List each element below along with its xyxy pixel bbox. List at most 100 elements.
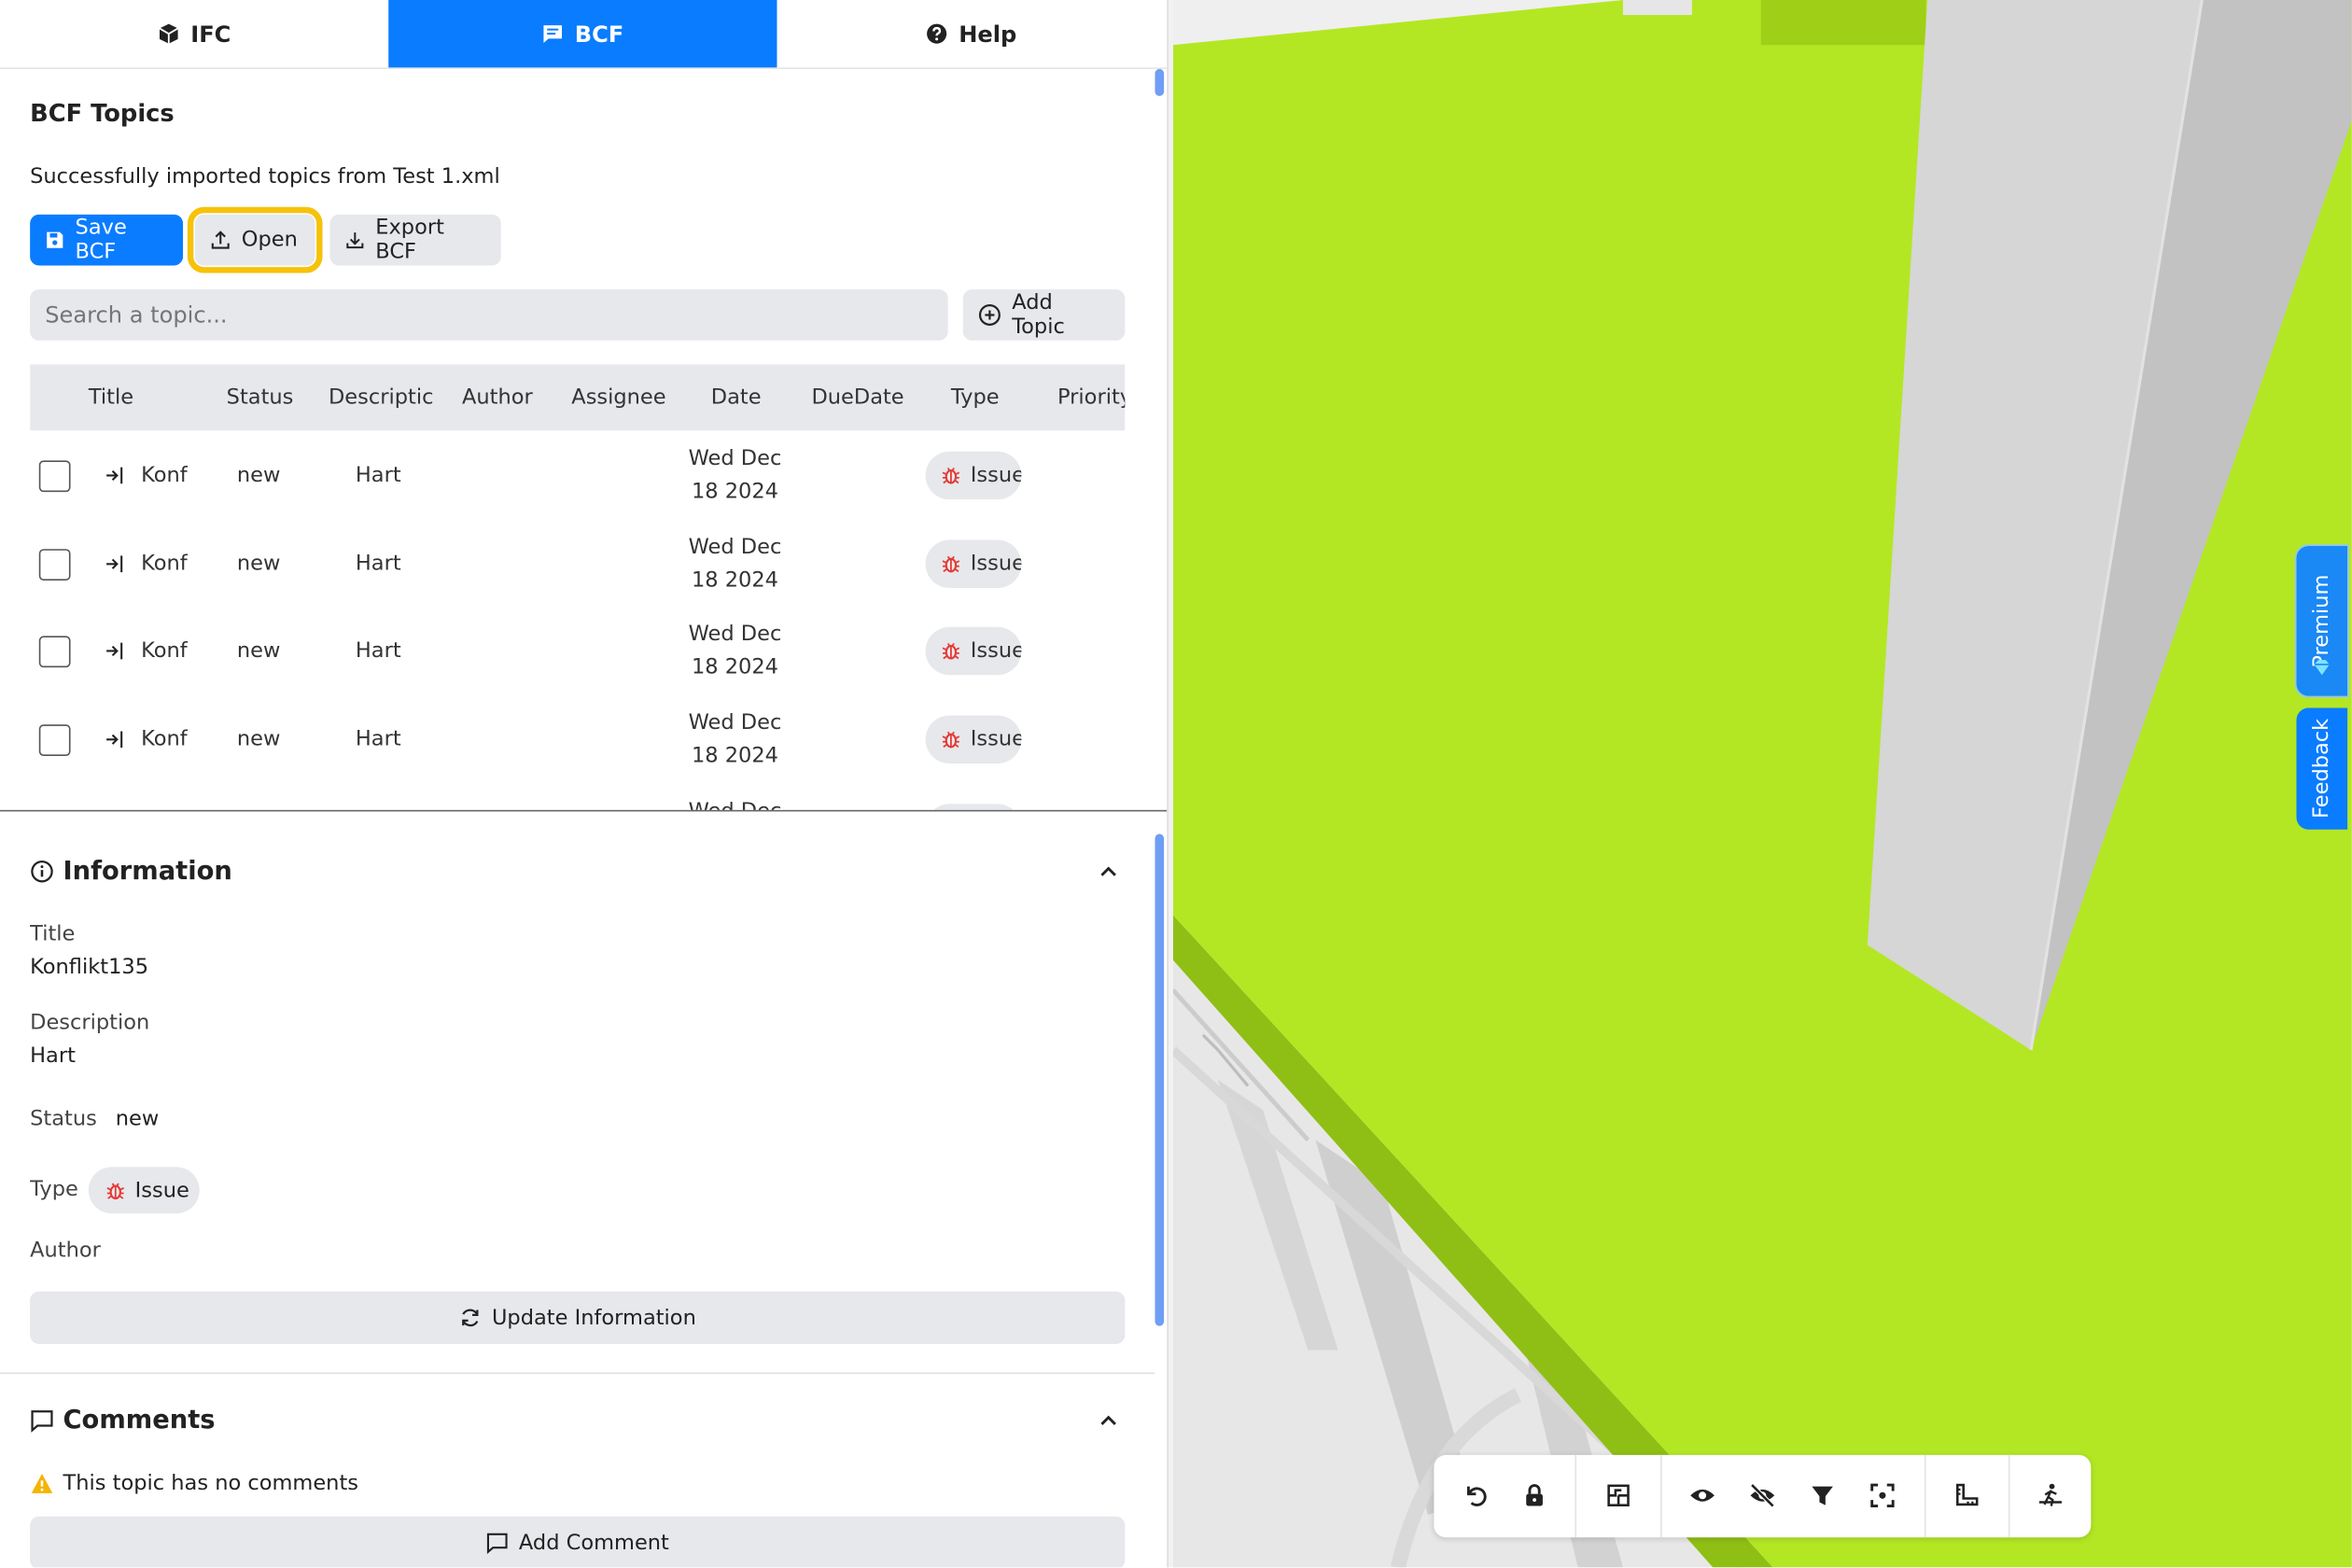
3d-viewer[interactable] <box>1172 0 2352 1568</box>
row-date: Wed Dec 18 2024 <box>675 618 795 684</box>
table-row[interactable]: Wed Dec <box>30 793 1125 810</box>
bug-icon <box>106 1182 124 1199</box>
tab-help[interactable]: Help <box>777 0 1165 67</box>
row-date-line1: Wed Dec <box>688 446 782 471</box>
panel-divider[interactable] <box>0 809 1168 812</box>
section-icon[interactable] <box>1605 1482 1632 1509</box>
tab-ifc[interactable]: IFC <box>0 0 388 67</box>
col-type[interactable]: Type <box>951 385 1000 410</box>
no-comments-text: This topic has no comments <box>63 1471 358 1496</box>
row-checkbox[interactable] <box>38 636 71 668</box>
3d-scene[interactable] <box>1172 0 2352 1568</box>
row-checkbox[interactable] <box>38 549 71 581</box>
description-value: Hart <box>30 1043 76 1069</box>
bcf-panel: IFC BCF Help BCF Topics Successfully imp… <box>0 0 1168 1568</box>
details-scrollbar[interactable] <box>1155 833 1165 1326</box>
information-heading[interactable]: Information <box>30 857 232 887</box>
toolbar-divider <box>2008 1454 2010 1538</box>
col-assignee[interactable]: Assignee <box>571 385 665 410</box>
author-label: Author <box>30 1239 101 1264</box>
update-information-button[interactable]: Update Information <box>30 1291 1126 1344</box>
add-comment-button[interactable]: Add Comment <box>30 1516 1126 1568</box>
row-checkbox[interactable] <box>38 460 71 493</box>
type-badge: Issue <box>88 1167 200 1214</box>
message-icon <box>543 25 563 43</box>
floppy-icon <box>47 231 63 248</box>
table-row[interactable]: Konf new Hart Wed Dec 18 2024 Issue <box>30 705 1125 791</box>
comments-heading[interactable]: Comments <box>30 1405 216 1435</box>
row-type: Issue <box>970 463 1022 488</box>
bug-icon <box>942 731 960 749</box>
refresh-icon <box>461 1309 479 1327</box>
export-bcf-label: Export BCF <box>375 216 444 264</box>
eye-icon[interactable] <box>1689 1482 1716 1509</box>
row-title: Konf <box>141 727 188 752</box>
bug-icon <box>942 467 960 484</box>
row-date-line2: 18 2024 <box>691 655 779 680</box>
col-description[interactable]: Descriptic <box>329 385 433 410</box>
comment-icon <box>31 1410 53 1433</box>
tab-bar: IFC BCF Help <box>0 0 1168 69</box>
plus-circle-icon <box>978 304 1001 326</box>
tab-bcf[interactable]: BCF <box>388 0 777 68</box>
measure-icon[interactable] <box>1953 1482 1980 1509</box>
add-comment-label: Add Comment <box>518 1531 669 1555</box>
toolbar-divider <box>1924 1454 1926 1538</box>
table-row[interactable]: Konf new Hart Wed Dec 18 2024 Issue <box>30 441 1125 527</box>
update-information-label: Update Information <box>491 1305 696 1330</box>
walk-icon[interactable] <box>2037 1482 2064 1509</box>
col-title[interactable]: Title <box>89 385 133 410</box>
row-date-line1: Wed Dec <box>688 622 782 647</box>
col-priority[interactable]: Priority <box>1057 385 1125 410</box>
description-label: Description <box>30 1011 150 1035</box>
row-date-line2: 18 2024 <box>691 480 779 504</box>
lock-icon[interactable] <box>1521 1482 1548 1509</box>
row-description: Hart <box>355 552 401 577</box>
info-icon <box>31 860 53 883</box>
expand-row-icon[interactable] <box>105 465 125 485</box>
col-date[interactable]: Date <box>711 385 762 410</box>
download-icon <box>346 232 364 249</box>
toolbar-divider <box>1660 1454 1662 1538</box>
premium-label: Premium <box>2309 574 2334 668</box>
undo-icon[interactable] <box>1463 1482 1490 1509</box>
feedback-label: Feedback <box>2309 719 2334 819</box>
title-label: Title <box>30 922 76 947</box>
feedback-tab[interactable]: Feedback <box>2296 707 2348 830</box>
eye-off-icon[interactable] <box>1749 1482 1776 1509</box>
row-date-line1: Wed Dec <box>688 710 782 735</box>
row-type-badge: Issue <box>925 715 1022 764</box>
col-status[interactable]: Status <box>227 385 294 410</box>
row-date-line2: 18 2024 <box>691 744 779 768</box>
open-button[interactable]: Open <box>187 206 323 273</box>
expand-row-icon[interactable] <box>105 553 125 574</box>
col-author[interactable]: Author <box>462 385 533 410</box>
question-icon <box>927 23 947 44</box>
chevron-up-icon[interactable] <box>1098 861 1118 881</box>
row-description: Hart <box>355 727 401 752</box>
tab-bcf-label: BCF <box>574 20 624 48</box>
table-row[interactable]: Konf new Hart Wed Dec 18 2024 Issue <box>30 529 1125 616</box>
row-date: Wed Dec <box>675 795 795 810</box>
chevron-up-icon[interactable] <box>1098 1410 1118 1431</box>
focus-icon[interactable] <box>1869 1482 1896 1509</box>
row-title: Konf <box>141 463 188 488</box>
status-value: new <box>115 1107 160 1131</box>
add-topic-button[interactable]: Add Topic <box>962 289 1126 341</box>
expand-row-icon[interactable] <box>105 640 125 661</box>
topics-scrollbar[interactable] <box>1155 68 1165 96</box>
export-bcf-button[interactable]: Export BCF <box>329 214 501 266</box>
row-description: Hart <box>355 638 401 664</box>
save-bcf-button[interactable]: Save BCF <box>30 214 184 266</box>
row-date-line1: Wed Dec <box>689 800 782 810</box>
filter-icon[interactable] <box>1809 1482 1836 1509</box>
col-duedate[interactable]: DueDate <box>811 385 903 410</box>
table-row[interactable]: Konf new Hart Wed Dec 18 2024 Issue <box>30 617 1125 704</box>
expand-row-icon[interactable] <box>105 729 125 749</box>
topic-search-input[interactable] <box>30 289 948 341</box>
row-checkbox[interactable] <box>38 724 71 756</box>
status-label: Status <box>30 1107 97 1131</box>
comments-heading-label: Comments <box>63 1405 216 1435</box>
row-type: Issue <box>970 552 1022 577</box>
table-header: Title Status Descriptic Author Assignee … <box>30 364 1126 431</box>
